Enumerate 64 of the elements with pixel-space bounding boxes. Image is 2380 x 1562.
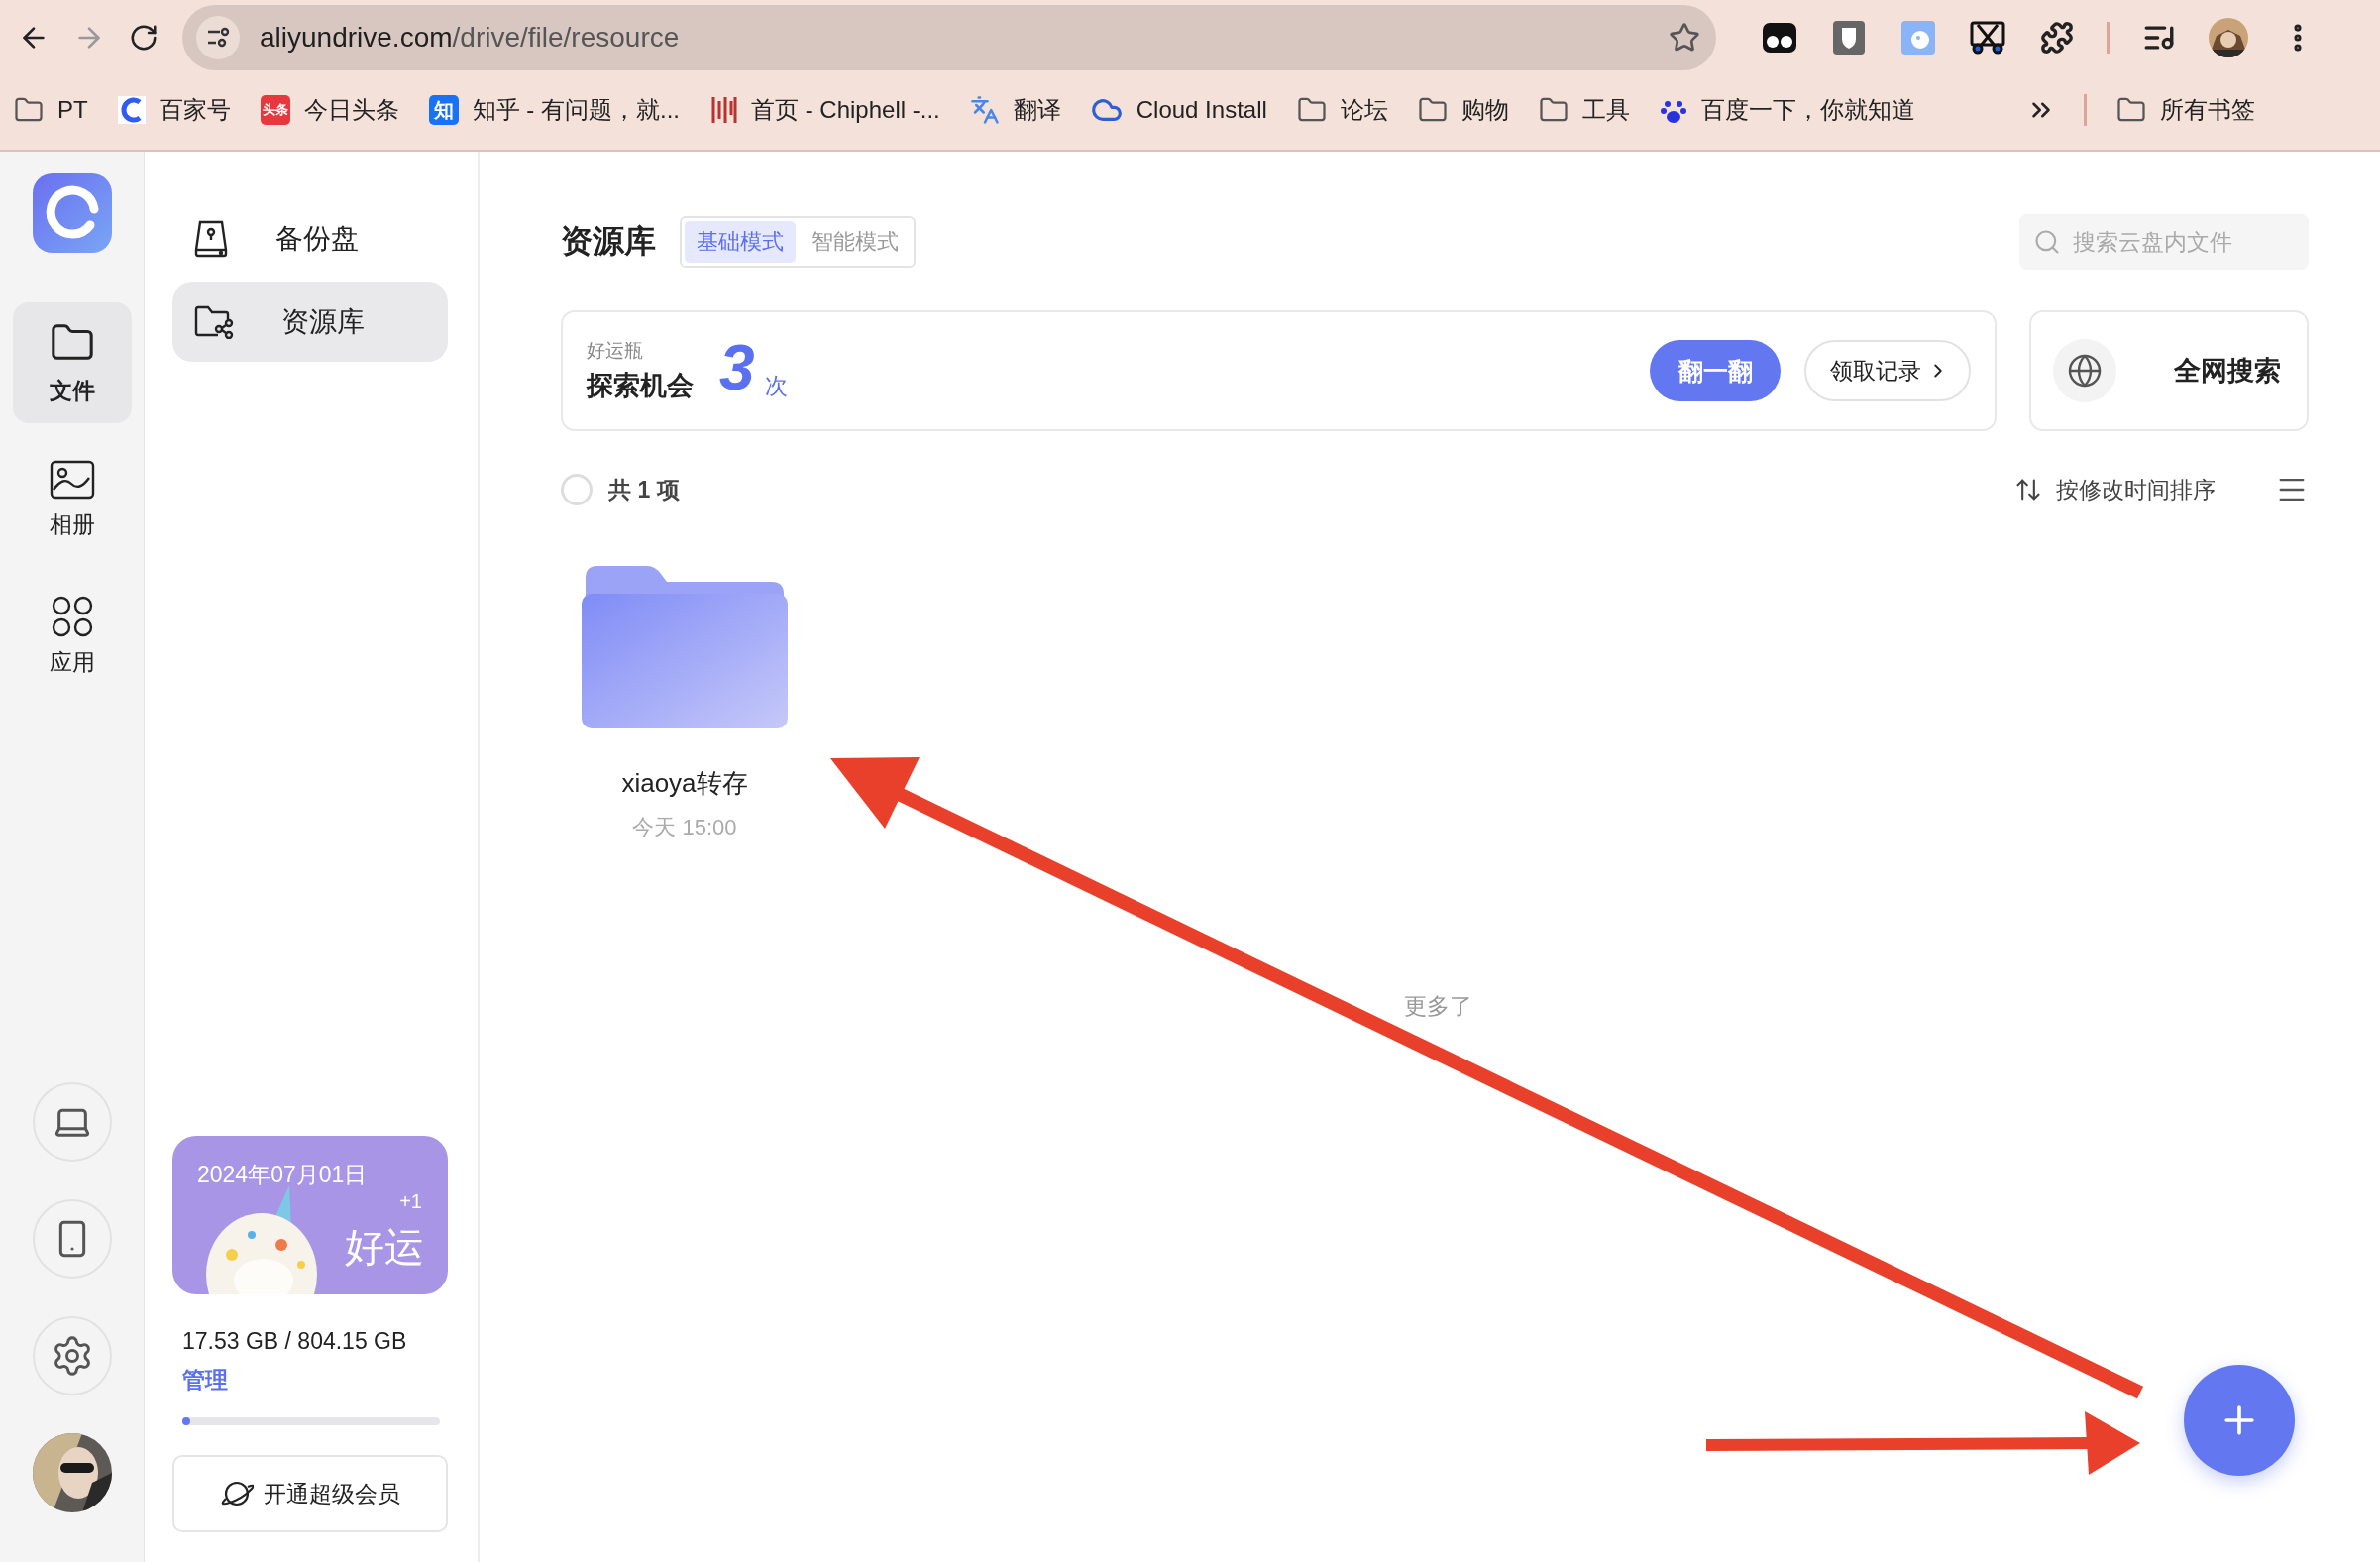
site-settings-icon[interactable] xyxy=(196,16,240,59)
folder-name: xiaoya转存 xyxy=(621,767,748,800)
nav-item[interactable]: 相册 xyxy=(12,439,132,560)
bookmark-item[interactable]: 知 知乎 - 有问题，就... xyxy=(428,94,680,126)
bookmark-star-icon[interactable] xyxy=(1669,22,1700,54)
bookmark-item[interactable]: 百度一下，你就知道 xyxy=(1659,94,1915,126)
shared-folder-icon xyxy=(194,305,234,339)
bookmark-item[interactable]: PT xyxy=(14,95,88,125)
end-note: 更多了 xyxy=(1404,992,1472,1021)
count-unit: 次 xyxy=(764,371,788,400)
planet-icon xyxy=(220,1479,254,1508)
luck-text: 好运 xyxy=(345,1224,424,1271)
pattern-icon xyxy=(709,95,737,125)
page-title: 资源库 xyxy=(561,222,656,261)
sort-button[interactable]: 按修改时间排序 xyxy=(2014,474,2216,505)
swirl-icon xyxy=(117,96,146,124)
folder-tile[interactable]: xiaoya转存 今天 15:00 xyxy=(561,554,809,842)
flip-button[interactable]: 翻一翻 xyxy=(1650,340,1781,401)
badge-icon: 头条 xyxy=(260,95,290,125)
nav-label: 相册 xyxy=(49,509,95,539)
nav-label: 文件 xyxy=(49,376,95,405)
bookmark-item[interactable]: 工具 xyxy=(1538,94,1630,126)
vip-button[interactable]: 开通超级会员 xyxy=(172,1455,448,1532)
web-search-card[interactable]: 全网搜索 xyxy=(2029,310,2309,431)
url-text: aliyundrive.com/drive/file/resource xyxy=(260,22,681,54)
sidebar-item[interactable]: 备份盘 xyxy=(172,199,448,279)
search-icon xyxy=(2033,228,2061,256)
item-count: 共 1 项 xyxy=(608,475,680,504)
bookmark-item[interactable]: Cloud Install xyxy=(1090,94,1267,126)
folder-time: 今天 15:00 xyxy=(632,814,737,841)
logo-icon[interactable] xyxy=(32,173,112,253)
translate-icon xyxy=(969,95,1000,125)
bookmark-item[interactable]: 头条 今日头条 xyxy=(260,94,399,126)
bookmark-item[interactable]: 论坛 xyxy=(1296,94,1388,126)
bookmark-item[interactable]: 百家号 xyxy=(117,94,231,126)
select-all-checkbox[interactable] xyxy=(561,474,593,505)
manage-link[interactable]: 管理 xyxy=(172,1365,228,1395)
drive-icon xyxy=(194,220,228,258)
nav-label: 应用 xyxy=(49,647,95,677)
sidebar-item[interactable]: 资源库 xyxy=(172,282,448,362)
history-button[interactable]: 领取记录 xyxy=(1804,340,1971,401)
reload-icon[interactable] xyxy=(129,23,159,53)
bookmark-item[interactable]: 所有书签 xyxy=(2115,94,2255,126)
web-search-label: 全网搜索 xyxy=(2174,355,2281,388)
bookmark-item[interactable]: 首页 - Chiphell -... xyxy=(709,94,940,126)
bookmark-item[interactable]: 翻译 xyxy=(969,94,1061,126)
bonus-text: +1 xyxy=(399,1190,422,1213)
add-button[interactable] xyxy=(2184,1365,2295,1476)
card-caption: 好运瓶 xyxy=(587,339,644,363)
badge-icon: 知 xyxy=(428,95,459,125)
desktop-button[interactable] xyxy=(32,1082,112,1162)
nav-item[interactable]: 应用 xyxy=(12,576,132,697)
address-bar[interactable]: aliyundrive.com/drive/file/resource xyxy=(182,5,1716,70)
folder-icon xyxy=(582,564,788,728)
storage-usage: 17.53 GB / 804.15 GB xyxy=(181,1328,408,1355)
chance-count: 3 xyxy=(719,331,755,404)
apps-icon xyxy=(51,595,93,637)
card-label: 探索机会 xyxy=(587,370,694,402)
card-date: 2024年07月01日 xyxy=(197,1161,368,1189)
mobile-button[interactable] xyxy=(32,1199,112,1279)
photo-icon xyxy=(49,459,95,500)
settings-button[interactable] xyxy=(32,1316,112,1395)
nav-item[interactable]: 文件 xyxy=(12,302,132,423)
bookmark-item[interactable]: 购物 xyxy=(1417,94,1509,126)
